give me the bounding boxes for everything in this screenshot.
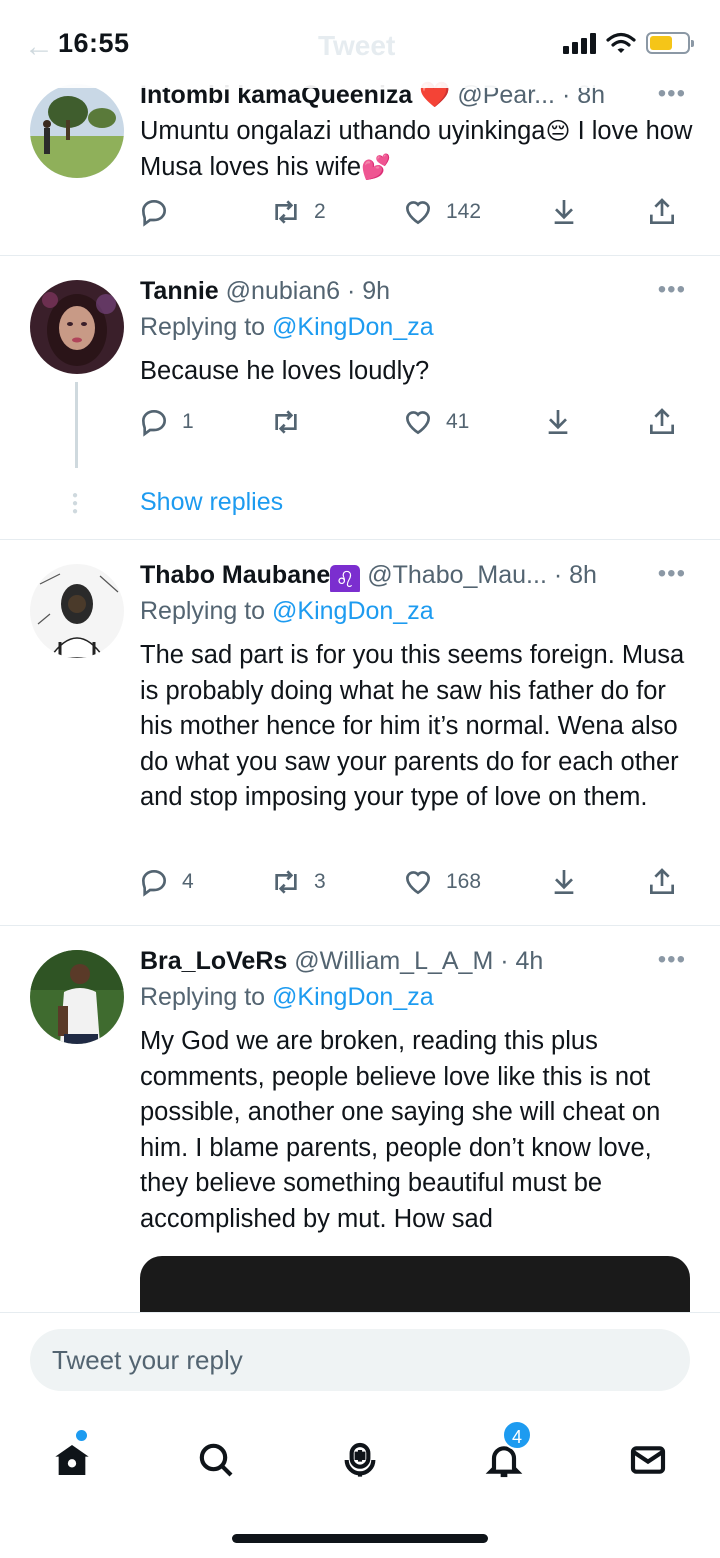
replying-to: Replying to @KingDon_za (140, 983, 434, 1011)
reply-bar (0, 1312, 720, 1408)
heart-icon (405, 201, 431, 225)
reply-count: 1 (182, 410, 194, 433)
home-badge-dot (76, 1430, 87, 1441)
author-handle[interactable]: @Thabo_Mau... (367, 561, 547, 589)
tweet-item[interactable]: Thabo Maubane ♌ @Thabo_Mau... · 8h Replyi… (0, 540, 720, 926)
avatar[interactable] (30, 564, 124, 658)
author-name[interactable]: Tannie (140, 277, 219, 305)
tweet-actions: 2 142 (138, 196, 698, 236)
tweet-text: The sad part is for you this seems forei… (140, 641, 685, 811)
avatar[interactable] (30, 84, 124, 178)
media-preview[interactable] (140, 1256, 690, 1312)
notifications-badge: 4 (502, 1420, 532, 1450)
hearts-emoji: 💕 (361, 153, 391, 181)
tab-home[interactable] (42, 1430, 102, 1490)
like-count: 41 (446, 410, 470, 433)
tweet-item[interactable]: ● ● ● Tannie @nubian6 · 9h Replying to @Ki… (0, 256, 720, 540)
thread-connector (75, 382, 78, 468)
share-icon (650, 868, 674, 894)
reply-button[interactable]: 1 (138, 406, 194, 438)
tweet-time: · 8h (553, 561, 597, 589)
like-button[interactable]: 142 (402, 196, 481, 228)
status-time: 16:55 (58, 28, 130, 58)
reply-icon (141, 409, 167, 437)
reply-icon (141, 869, 167, 897)
retweet-icon (275, 410, 297, 434)
status-icons (563, 32, 694, 54)
more-options-icon[interactable]: ••• (658, 560, 686, 588)
battery-icon (646, 32, 694, 54)
show-replies-link[interactable]: Show replies (140, 488, 283, 517)
tab-notifications[interactable]: 4 (474, 1420, 534, 1490)
share-icon (650, 408, 674, 434)
bookmark-button[interactable] (548, 866, 580, 898)
wifi-icon (606, 32, 636, 53)
share-button[interactable] (646, 196, 678, 228)
search-icon (199, 1443, 233, 1477)
more-options-icon[interactable]: ••• (658, 276, 686, 304)
retweet-count: 2 (314, 200, 326, 223)
like-button[interactable]: 168 (402, 866, 481, 898)
tweet-time: · 4h (500, 947, 544, 975)
status-bar: ← Tweet 16:55 (0, 0, 720, 88)
tweet-item[interactable]: Intombi kamaQueeniza ❤️ @Pear... · 8h Um… (0, 60, 720, 256)
like-count: 168 (446, 870, 482, 893)
reply-count: 4 (182, 870, 194, 893)
bookmark-download-icon (554, 870, 574, 894)
tweet-text: My God we are broken, reading this plus … (140, 1027, 661, 1233)
share-button[interactable] (646, 406, 678, 438)
bookmark-button[interactable] (542, 406, 574, 438)
tab-spaces[interactable] (330, 1430, 390, 1490)
tweet-time: · 9h (346, 277, 391, 305)
spaces-icon (344, 1442, 376, 1477)
mention-link[interactable]: @KingDon_za (272, 597, 434, 625)
tweet-item[interactable]: Bra_LoVeRs @William_L_A_M · 4h Replying … (0, 926, 720, 1312)
reply-button[interactable]: 4 (138, 866, 194, 898)
retweet-count: 3 (314, 870, 326, 893)
mail-icon (630, 1446, 666, 1474)
back-arrow-icon[interactable]: ← (24, 30, 54, 64)
bookmark-download-icon (554, 200, 574, 224)
retweet-button[interactable] (270, 406, 314, 438)
retweet-icon (275, 870, 297, 894)
tweet-text: Because he loves loudly? (140, 357, 430, 385)
author-name[interactable]: Thabo Maubane (140, 561, 330, 589)
home-icon (55, 1445, 89, 1475)
heart-icon (405, 871, 431, 895)
cellular-signal-icon (563, 32, 596, 54)
author-handle[interactable]: @nubian6 (226, 277, 340, 305)
replying-to: Replying to @KingDon_za (140, 313, 434, 341)
author-handle[interactable]: @William_L_A_M (294, 947, 493, 975)
replying-to: Replying to @KingDon_za (140, 597, 434, 625)
mention-link[interactable]: @KingDon_za (272, 983, 434, 1011)
share-button[interactable] (646, 866, 678, 898)
home-indicator (232, 1534, 488, 1543)
tweet-actions: 4 3 168 (138, 866, 698, 906)
page-title: Tweet (318, 30, 396, 61)
share-icon (650, 198, 674, 224)
leo-emoji: ♌ (330, 565, 361, 592)
mention-link[interactable]: @KingDon_za (272, 313, 434, 341)
reply-icon (141, 199, 167, 227)
retweet-icon (275, 200, 297, 224)
retweet-button[interactable]: 3 (270, 866, 326, 898)
bookmark-button[interactable] (548, 196, 580, 228)
author-name[interactable]: Bra_LoVeRs (140, 947, 287, 975)
more-options-icon[interactable]: ••• (658, 946, 686, 974)
like-count: 142 (446, 200, 482, 223)
like-button[interactable]: 41 (402, 406, 469, 438)
tweet-text: Umuntu ongalazi uthando uyinkinga😔 I lov… (140, 117, 693, 181)
pensive-emoji: 😔 (545, 118, 571, 145)
thread-ellipsis-icon: ● ● ● (72, 490, 79, 517)
retweet-button[interactable]: 2 (270, 196, 326, 228)
tweet-reply-input[interactable] (30, 1329, 690, 1391)
tab-messages[interactable] (618, 1430, 678, 1490)
reply-button[interactable] (138, 196, 182, 228)
bookmark-download-icon (548, 410, 568, 434)
tab-search[interactable] (186, 1430, 246, 1490)
avatar[interactable] (30, 950, 124, 1044)
heart-icon (405, 411, 431, 435)
avatar[interactable] (30, 280, 124, 374)
tweet-actions: 1 41 (138, 406, 698, 446)
